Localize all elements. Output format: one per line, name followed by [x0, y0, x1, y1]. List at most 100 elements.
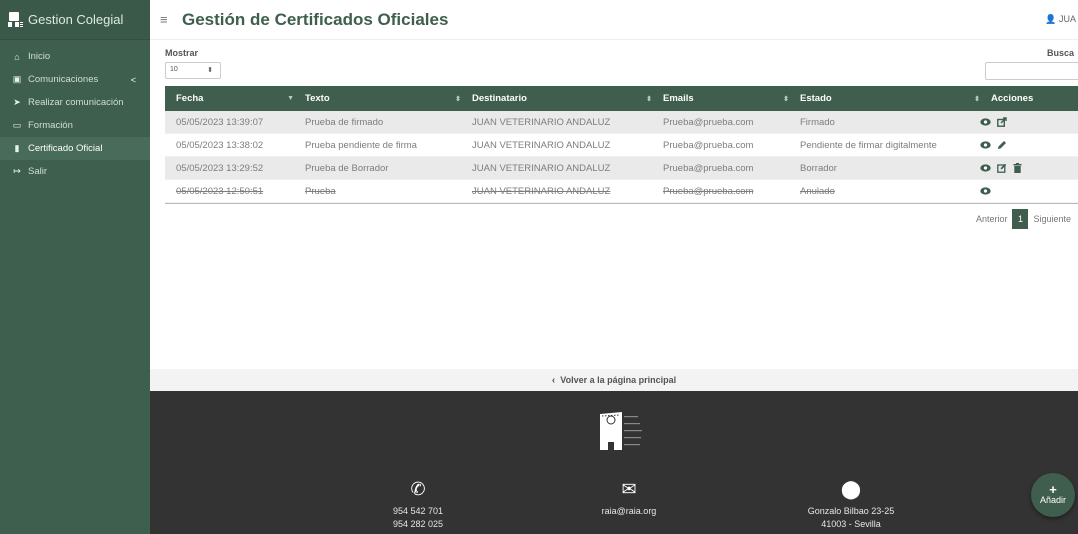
address-line-2: 41003 - Sevilla	[821, 519, 881, 529]
table-controls: Mostrar 10 ⬍ Busca	[165, 48, 1078, 84]
cell-email: Prueba@prueba.com	[663, 116, 754, 128]
sidebar-item-label: Inicio	[28, 51, 51, 62]
column-label: Emails	[663, 93, 694, 104]
email-address[interactable]: raia@raia.org	[579, 505, 679, 518]
sidebar-item-formacion[interactable]: ▭ Formación	[0, 114, 150, 137]
pencil-icon[interactable]	[996, 140, 1007, 151]
file-icon: ▮	[14, 143, 20, 153]
sidebar-item-realizar-comunicacion[interactable]: ➤ Realizar comunicación	[0, 91, 150, 114]
sidebar-item-label: Realizar comunicación	[28, 97, 124, 108]
page-title: Gestión de Certificados Oficiales	[182, 9, 449, 29]
cell-estado: Firmado	[800, 116, 835, 128]
brand[interactable]: Gestion Colegial	[0, 0, 150, 40]
map-marker-icon: ⬤	[840, 479, 862, 499]
topbar: ≡ Gestión de Certificados Oficiales 👤 JU…	[150, 0, 1078, 40]
cell-estado: Pendiente de firmar digitalmente	[800, 139, 937, 151]
chevron-left-icon: <	[130, 74, 136, 85]
sort-desc-icon: ▼	[287, 95, 294, 102]
search-label: Busca	[1046, 48, 1074, 58]
brand-logo-icon	[8, 11, 23, 28]
footer: ✆ 954 542 701 954 282 025 ✉ raia@raia.or…	[150, 391, 1078, 534]
plus-icon: +	[1049, 482, 1057, 497]
table-bottom-border	[165, 203, 1078, 204]
cell-destinatario: JUAN VETERINARIO ANDALUZ	[472, 139, 611, 151]
sidebar-item-label: Comunicaciones	[28, 74, 99, 85]
user-name: JUA	[1058, 14, 1076, 24]
chevron-left-icon: ‹	[551, 374, 556, 386]
edit-icon[interactable]	[996, 163, 1007, 174]
show-entries-select[interactable]: 10 ⬍	[165, 62, 221, 79]
phone-number-1[interactable]: 954 542 701	[368, 505, 468, 518]
trash-icon[interactable]	[1012, 163, 1023, 174]
sidebar-item-label: Salir	[28, 166, 48, 177]
sidebar-nav: ⌂ Inicio ▣ Comunicaciones < ➤ Realizar c…	[0, 40, 150, 183]
share-external-icon[interactable]	[996, 117, 1007, 128]
sidebar-item-inicio[interactable]: ⌂ Inicio	[0, 45, 150, 68]
cell-estado: Borrador	[800, 162, 837, 174]
sidebar-item-salir[interactable]: ↦ Salir	[0, 160, 150, 183]
table-header: Fecha ▼ Texto ⬍ Destinatario ⬍ Emails ⬍ Esta…	[165, 86, 1078, 111]
show-entries-label: Mostrar	[165, 48, 199, 58]
table-row: 05/05/2023 12:50:51 Prueba JUAN VETERINA…	[165, 180, 1078, 203]
cell-email: Prueba@prueba.com	[663, 162, 754, 174]
cell-texto: Prueba de firmado	[305, 116, 384, 128]
paper-plane-icon: ➤	[13, 97, 21, 107]
cell-fecha: 05/05/2023 13:38:02	[176, 139, 264, 151]
view-eye-icon[interactable]	[980, 186, 991, 197]
brand-title: Gestion Colegial	[28, 12, 124, 27]
column-header-emails[interactable]: Emails ⬍	[652, 86, 789, 111]
footer-phone: ✆ 954 542 701 954 282 025	[368, 479, 468, 531]
address-line-1: Gonzalo Bilbao 23-25	[807, 506, 895, 516]
user-icon: 👤	[1045, 14, 1057, 24]
column-label: Estado	[800, 93, 832, 104]
column-header-destinatario[interactable]: Destinatario ⬍	[461, 86, 652, 111]
column-header-fecha[interactable]: Fecha ▼	[165, 86, 294, 111]
cell-destinatario: JUAN VETERINARIO ANDALUZ	[472, 116, 611, 128]
home-icon: ⌂	[14, 51, 20, 62]
table-row: 05/05/2023 13:29:52 Prueba de Borrador J…	[165, 157, 1078, 180]
hamburger-menu-icon[interactable]: ≡	[160, 12, 174, 27]
cell-estado: Anulado	[800, 185, 835, 197]
sidebar-item-comunicaciones[interactable]: ▣ Comunicaciones <	[0, 68, 150, 91]
sidebar-item-certificado-oficial[interactable]: ▮ Certificado Oficial	[0, 137, 150, 160]
envelope-open-icon: ✉	[621, 479, 637, 499]
view-eye-icon[interactable]	[980, 163, 991, 174]
certificates-table: Fecha ▼ Texto ⬍ Destinatario ⬍ Emails ⬍ Esta…	[165, 86, 1078, 204]
view-eye-icon[interactable]	[980, 117, 991, 128]
cell-acciones	[980, 111, 1078, 134]
column-header-texto[interactable]: Texto ⬍	[294, 86, 461, 111]
sort-caret-icon: ⬍	[207, 67, 213, 74]
chalkboard-icon: ▭	[12, 120, 22, 130]
sidebar-item-label: Formación	[28, 120, 73, 131]
cell-fecha: 05/05/2023 13:39:07	[176, 116, 264, 128]
add-button[interactable]: + Añadir	[1031, 473, 1075, 517]
cell-acciones	[980, 134, 1078, 157]
phone-number-2[interactable]: 954 282 025	[368, 518, 468, 531]
cell-texto: Prueba pendiente de firma	[305, 139, 417, 151]
cell-acciones	[980, 157, 1078, 180]
back-link-bar[interactable]: ‹ Volver a la página principal	[150, 369, 1078, 391]
table-row: 05/05/2023 13:39:07 Prueba de firmado JU…	[165, 111, 1078, 134]
cell-destinatario: JUAN VETERINARIO ANDALUZ	[472, 185, 611, 197]
show-entries-value: 10	[170, 66, 178, 73]
column-header-estado[interactable]: Estado ⬍	[789, 86, 980, 111]
pagination-next[interactable]: Siguiente	[1028, 209, 1076, 229]
table-row: 05/05/2023 13:38:02 Prueba pendiente de …	[165, 134, 1078, 157]
comments-icon: ▣	[12, 74, 22, 84]
cell-email: Prueba@prueba.com	[663, 139, 754, 151]
cell-email: Prueba@prueba.com	[663, 185, 754, 197]
search-input[interactable]	[985, 62, 1078, 80]
pagination-page-1[interactable]: 1	[1012, 209, 1029, 229]
pagination-previous[interactable]: Anterior	[971, 209, 1013, 229]
user-menu[interactable]: 👤 JUA	[1045, 14, 1076, 25]
view-eye-icon[interactable]	[980, 140, 991, 151]
sign-out-icon: ↦	[13, 166, 21, 176]
column-label: Acciones	[991, 93, 1034, 104]
column-header-acciones[interactable]: Acciones	[980, 86, 1078, 111]
column-label: Texto	[305, 93, 330, 104]
cell-acciones	[980, 180, 1078, 203]
phone-icon: ✆	[410, 479, 426, 499]
pagination: Anterior 1 Siguiente	[971, 209, 1076, 229]
raia-logo-icon	[600, 412, 642, 450]
sidebar-item-label: Certificado Oficial	[28, 143, 103, 154]
